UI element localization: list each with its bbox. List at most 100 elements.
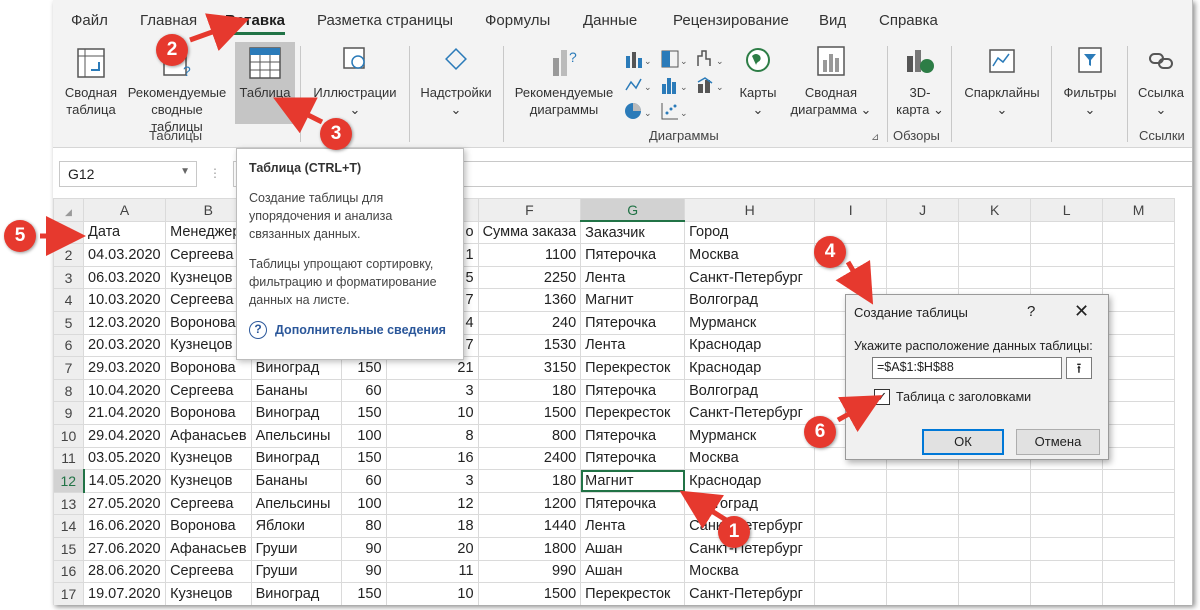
cell[interactable]: Афанасьев: [165, 423, 252, 448]
empty-cell[interactable]: [1102, 333, 1176, 358]
maps-button[interactable]: Карты ⌄: [733, 44, 783, 118]
empty-cell[interactable]: [1102, 356, 1176, 380]
cell[interactable]: Бананы: [250, 378, 342, 403]
empty-cell[interactable]: [958, 491, 1032, 516]
cell[interactable]: Магнит: [580, 288, 686, 312]
empty-cell[interactable]: [1102, 582, 1176, 605]
cell[interactable]: Москва: [684, 559, 816, 584]
empty-cell[interactable]: [814, 536, 888, 561]
cell[interactable]: Пятерочка: [580, 378, 686, 403]
empty-cell[interactable]: [1030, 469, 1104, 493]
cell[interactable]: 29.03.2020: [82, 356, 167, 380]
cell[interactable]: 20: [385, 536, 479, 561]
cell[interactable]: Краснодар: [684, 356, 816, 380]
pie-chart-icon[interactable]: ⌄: [623, 100, 653, 122]
headers-checkbox-label[interactable]: Таблица с заголовками: [896, 390, 1031, 404]
row-header[interactable]: 10: [53, 423, 84, 448]
cell[interactable]: 100: [340, 423, 387, 448]
column-header[interactable]: F: [477, 198, 582, 222]
column-header[interactable]: I: [814, 198, 888, 222]
empty-cell[interactable]: [886, 243, 960, 267]
cell[interactable]: Пятерочка: [580, 310, 686, 335]
row-header[interactable]: 7: [53, 356, 84, 380]
pivot-table-button[interactable]: Сводная таблица: [59, 46, 123, 118]
row-header[interactable]: 3: [53, 265, 84, 290]
row-header[interactable]: 17: [53, 582, 84, 605]
cell[interactable]: Воронова: [165, 401, 252, 425]
empty-cell[interactable]: [1030, 265, 1104, 290]
cell[interactable]: Лента: [580, 265, 686, 290]
cell[interactable]: 60: [340, 469, 387, 493]
tab-review[interactable]: Рецензирование: [673, 12, 789, 29]
column-header[interactable]: A: [82, 198, 167, 222]
cell[interactable]: 1100: [477, 243, 582, 267]
cell[interactable]: 3: [385, 469, 479, 493]
dialog-launcher-icon[interactable]: ⊿: [871, 132, 879, 143]
cell[interactable]: Сергеева: [165, 378, 252, 403]
cell[interactable]: Виноград: [250, 446, 342, 471]
cell[interactable]: 2250: [477, 265, 582, 290]
cell[interactable]: Сергеева: [165, 491, 252, 516]
cell[interactable]: 1530: [477, 333, 582, 358]
cell[interactable]: 150: [340, 446, 387, 471]
cell[interactable]: 90: [340, 536, 387, 561]
row-header[interactable]: 6: [53, 333, 84, 358]
filters-button[interactable]: Фильтры ⌄: [1057, 44, 1123, 118]
empty-cell[interactable]: [886, 220, 960, 245]
column-header[interactable]: J: [886, 198, 960, 222]
cell[interactable]: 100: [340, 491, 387, 516]
sparklines-button[interactable]: Спарклайны ⌄: [957, 44, 1047, 118]
tab-view[interactable]: Вид: [819, 12, 846, 29]
cell[interactable]: 27.06.2020: [82, 536, 167, 561]
cell[interactable]: 12.03.2020: [82, 310, 167, 335]
dialog-help-button[interactable]: ?: [1027, 303, 1035, 320]
row-header[interactable]: 11: [53, 446, 84, 471]
name-box[interactable]: G12 ▼: [59, 161, 197, 187]
empty-cell[interactable]: [814, 469, 888, 493]
cell[interactable]: Мурманск: [684, 423, 816, 448]
line-chart-icon[interactable]: ⌄: [623, 74, 653, 96]
column-header[interactable]: K: [958, 198, 1032, 222]
tab-file[interactable]: Файл: [71, 12, 108, 29]
cell[interactable]: Мурманск: [684, 310, 816, 335]
recommended-charts-button[interactable]: ? Рекомендуемые диаграммы: [509, 44, 619, 118]
cell[interactable]: Груши: [250, 536, 342, 561]
empty-cell[interactable]: [814, 514, 888, 538]
cell[interactable]: 80: [340, 514, 387, 538]
tab-home[interactable]: Главная: [140, 12, 197, 29]
header-cell[interactable]: Дата: [82, 220, 167, 245]
cancel-button[interactable]: Отмена: [1016, 429, 1100, 455]
header-cell[interactable]: Город: [684, 220, 816, 245]
tab-formulas[interactable]: Формулы: [485, 12, 550, 29]
empty-cell[interactable]: [958, 220, 1032, 245]
cell[interactable]: Пятерочка: [580, 423, 686, 448]
header-cell[interactable]: Заказчик: [580, 220, 686, 245]
empty-cell[interactable]: [1030, 514, 1104, 538]
cell[interactable]: 10: [385, 582, 479, 605]
tab-insert[interactable]: Вставка: [225, 12, 285, 35]
column-header[interactable]: L: [1030, 198, 1104, 222]
row-header[interactable]: 15: [53, 536, 84, 561]
cell[interactable]: 60: [340, 378, 387, 403]
cell[interactable]: Ашан: [580, 559, 686, 584]
cell[interactable]: Москва: [684, 446, 816, 471]
empty-cell[interactable]: [958, 582, 1032, 605]
cell[interactable]: Сергеева: [165, 559, 252, 584]
row-header[interactable]: 4: [53, 288, 84, 312]
cell[interactable]: 180: [477, 469, 582, 493]
empty-cell[interactable]: [1030, 536, 1104, 561]
cell[interactable]: 150: [340, 356, 387, 380]
cell[interactable]: Перекресток: [580, 401, 686, 425]
cell[interactable]: 8: [385, 423, 479, 448]
empty-cell[interactable]: [1102, 423, 1176, 448]
cell[interactable]: 29.04.2020: [82, 423, 167, 448]
cell[interactable]: Лента: [580, 333, 686, 358]
empty-cell[interactable]: [1102, 265, 1176, 290]
empty-cell[interactable]: [1102, 220, 1176, 245]
range-input[interactable]: =$A$1:$H$88: [872, 357, 1062, 379]
cell[interactable]: Апельсины: [250, 491, 342, 516]
cell[interactable]: 2400: [477, 446, 582, 471]
cell[interactable]: Груши: [250, 559, 342, 584]
cell[interactable]: 20.03.2020: [82, 333, 167, 358]
empty-cell[interactable]: [958, 243, 1032, 267]
